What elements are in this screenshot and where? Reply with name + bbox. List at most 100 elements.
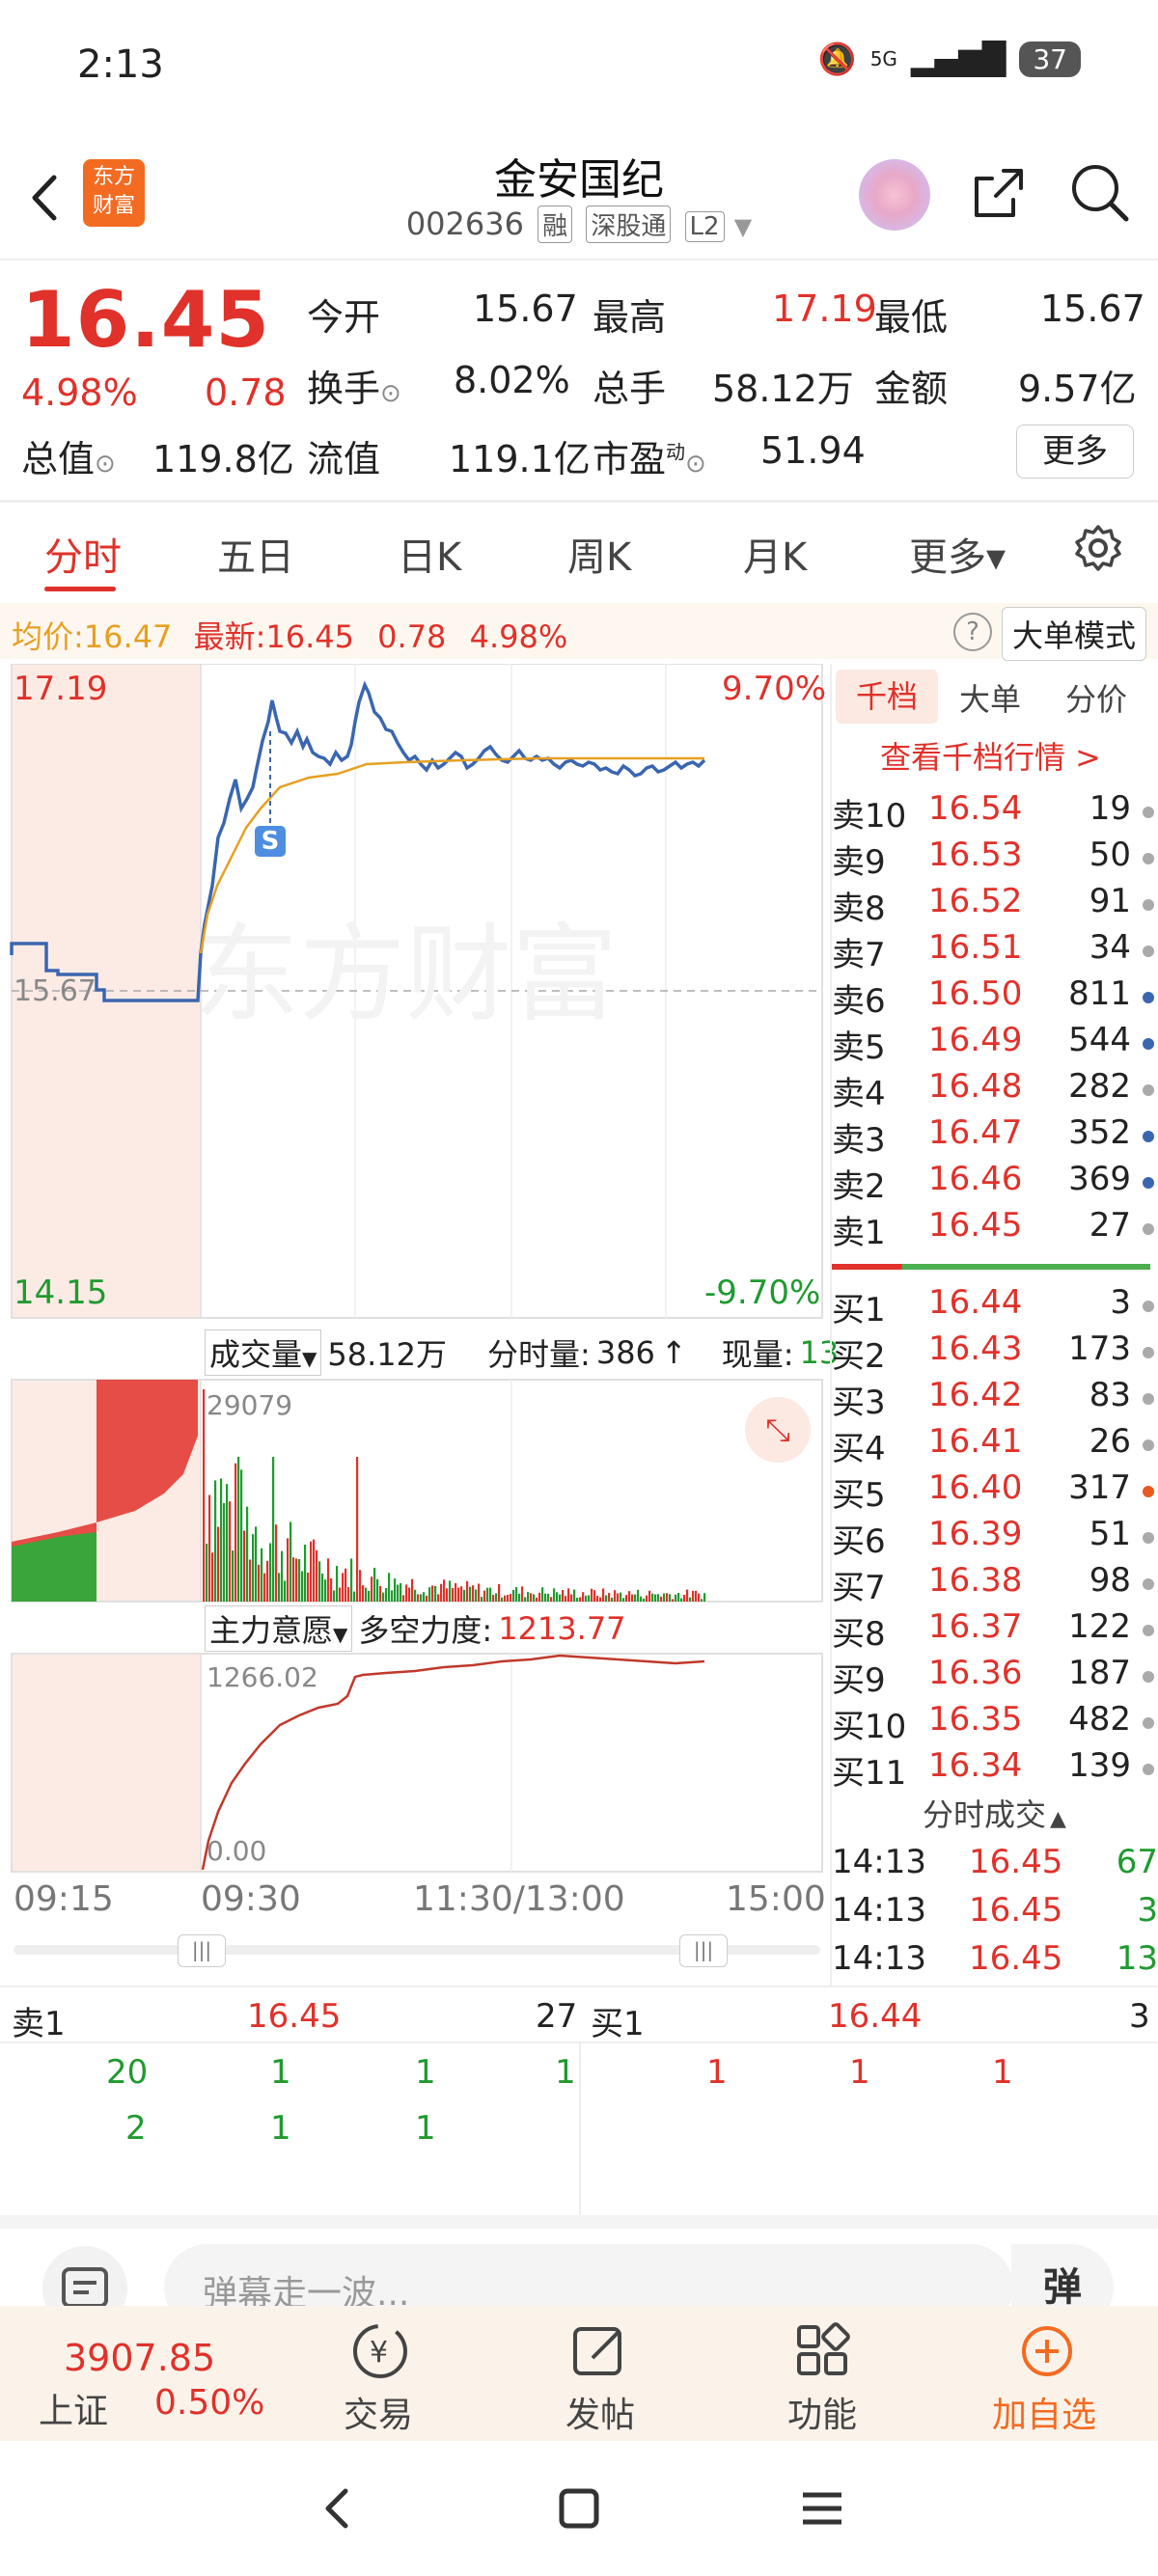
range-handle-right[interactable]: ||| [679, 1934, 728, 1967]
index-value[interactable]: 3907.85 [64, 2337, 215, 2379]
tab-monthly-k[interactable]: 月K [743, 526, 807, 582]
tick-time: 14:13 [832, 1891, 926, 1930]
nav-home-icon[interactable] [550, 2480, 608, 2537]
bid-row[interactable]: 买8 16.37 122 [832, 1607, 1158, 1654]
volume-bar [593, 1590, 596, 1602]
bid-row[interactable]: 买4 16.41 26 [832, 1422, 1158, 1468]
volume-bar [585, 1595, 588, 1602]
bid-row[interactable]: 买2 16.43 173 [832, 1329, 1158, 1376]
bid-row[interactable]: 买6 16.39 51 [832, 1515, 1158, 1561]
ask-row[interactable]: 卖7 16.51 34 [832, 928, 1158, 974]
view-depth-link[interactable]: 查看千档行情 > [880, 733, 1101, 778]
volume-bar [423, 1592, 426, 1602]
bid-row[interactable]: 买1 16.44 3 [832, 1283, 1158, 1329]
volume-bar [434, 1585, 437, 1602]
add-watch-label[interactable]: 加自选 [992, 2387, 1096, 2437]
volume-bar [229, 1501, 232, 1602]
ask-row[interactable]: 卖3 16.47 352 [832, 1113, 1158, 1160]
minute-volume: 386 [595, 1334, 655, 1371]
function-label[interactable]: 功能 [787, 2387, 857, 2437]
help-icon[interactable]: ? [953, 613, 992, 651]
volume-bar [394, 1578, 397, 1602]
bid-row[interactable]: 买5 16.40 317 [832, 1468, 1158, 1515]
tab-weekly-k[interactable]: 周K [567, 526, 631, 582]
chevron-down-icon[interactable]: ▼ [734, 213, 752, 240]
volume-bar [654, 1594, 657, 1602]
bid-price: 16.40 [928, 1468, 1023, 1507]
queue-ask-order: 1 [415, 2053, 436, 2092]
bid-row[interactable]: 买3 16.42 83 [832, 1376, 1158, 1422]
bid-volume: 122 [1068, 1607, 1131, 1646]
bid-price: 16.38 [928, 1561, 1023, 1600]
tab-more[interactable]: 更多▾ [909, 526, 1006, 582]
trade-label[interactable]: 交易 [344, 2387, 413, 2437]
bid-row[interactable]: 买10 16.35 482 [832, 1700, 1158, 1746]
volume-bar [431, 1585, 434, 1602]
nav-back-icon[interactable] [309, 2480, 367, 2537]
pe-label[interactable]: 市盈动⊙ [593, 429, 706, 482]
index-pct[interactable]: 0.50% [154, 2383, 264, 2423]
ask-row[interactable]: 卖1 16.45 27 [832, 1206, 1158, 1252]
tab-daily-k[interactable]: 日K [398, 526, 461, 582]
ask-level: 卖2 [832, 1167, 886, 1206]
big-order-mode-button[interactable]: 大单模式 [1002, 607, 1147, 661]
watermark: 东方财富 [193, 913, 618, 1036]
orderbook-tab-depth[interactable]: 千档 [836, 670, 938, 724]
volume-bar [382, 1592, 385, 1602]
post-edit-icon[interactable] [567, 2319, 631, 2383]
ask-row[interactable]: 卖10 16.54 19 [832, 789, 1158, 836]
header-divider [0, 259, 1158, 260]
signal-marker[interactable]: S [255, 826, 286, 857]
tab-intraday[interactable]: 分时 [44, 526, 122, 582]
index-name[interactable]: 上证 [39, 2383, 108, 2433]
bid-row[interactable]: 买9 16.36 187 [832, 1654, 1158, 1700]
bid-row[interactable]: 买11 16.34 139 [832, 1746, 1158, 1793]
ticks-header[interactable]: 分时成交 ▲ [923, 1791, 1066, 1835]
queue-vert-divider [579, 2042, 581, 2215]
orderbook-tab-price[interactable]: 分价 [1065, 675, 1127, 720]
volume-bar [591, 1588, 593, 1602]
ask-row[interactable]: 卖2 16.46 369 [832, 1160, 1158, 1206]
volume-bar [287, 1538, 290, 1602]
volume-bar [211, 1552, 214, 1602]
ask-row[interactable]: 卖9 16.53 50 [832, 836, 1158, 882]
range-handle-left[interactable]: ||| [178, 1934, 226, 1967]
tick-price: 16.45 [969, 1843, 1063, 1881]
expand-icon[interactable]: ⤡ [745, 1397, 811, 1463]
volume-bar [362, 1585, 365, 1602]
orderbook-tab-big[interactable]: 大单 [959, 675, 1021, 720]
ask-row[interactable]: 卖8 16.52 91 [832, 882, 1158, 928]
pct-axis-bottom: -9.70% [704, 1274, 821, 1312]
bid-row[interactable]: 买7 16.38 98 [832, 1561, 1158, 1607]
bid-level: 买11 [832, 1754, 907, 1793]
total-cap-label[interactable]: 总值⊙ [21, 429, 116, 482]
trade-yen-icon[interactable]: ¥ [344, 2319, 417, 2383]
volume-selector[interactable]: 成交量▼ [205, 1329, 322, 1376]
more-button[interactable]: 更多 [1016, 425, 1134, 479]
ask-row[interactable]: 卖4 16.48 282 [832, 1067, 1158, 1113]
change-amount: 0.78 [205, 371, 287, 414]
ask-indicator-dot [1143, 992, 1154, 1003]
share-icon[interactable] [965, 159, 1033, 227]
volume-bar [226, 1484, 229, 1602]
ask-row[interactable]: 卖5 16.49 544 [832, 1021, 1158, 1067]
add-watch-plus-icon[interactable] [1015, 2319, 1079, 2383]
ask-volume: 282 [1068, 1067, 1131, 1106]
tab-five-day[interactable]: 五日 [217, 526, 294, 582]
assistant-avatar-icon[interactable] [859, 159, 930, 231]
settings-gear-icon[interactable] [1071, 521, 1125, 575]
ask-row[interactable]: 卖6 16.50 811 [832, 974, 1158, 1021]
ask-level: 卖3 [832, 1121, 886, 1160]
ask-price: 16.49 [928, 1021, 1023, 1059]
force-selector[interactable]: 主力意愿▼ [205, 1605, 353, 1652]
volume-bar [388, 1573, 391, 1602]
ask-level: 卖7 [832, 936, 886, 974]
function-grid-icon[interactable] [791, 2319, 855, 2383]
volume-bar [275, 1524, 278, 1602]
latest-change: 0.78 [377, 618, 447, 655]
post-label[interactable]: 发帖 [565, 2387, 635, 2437]
nav-recents-icon[interactable] [793, 2480, 851, 2537]
volume-bar [648, 1590, 651, 1602]
turnover-label[interactable]: 换手⊙ [307, 359, 401, 412]
search-icon[interactable] [1066, 159, 1134, 227]
